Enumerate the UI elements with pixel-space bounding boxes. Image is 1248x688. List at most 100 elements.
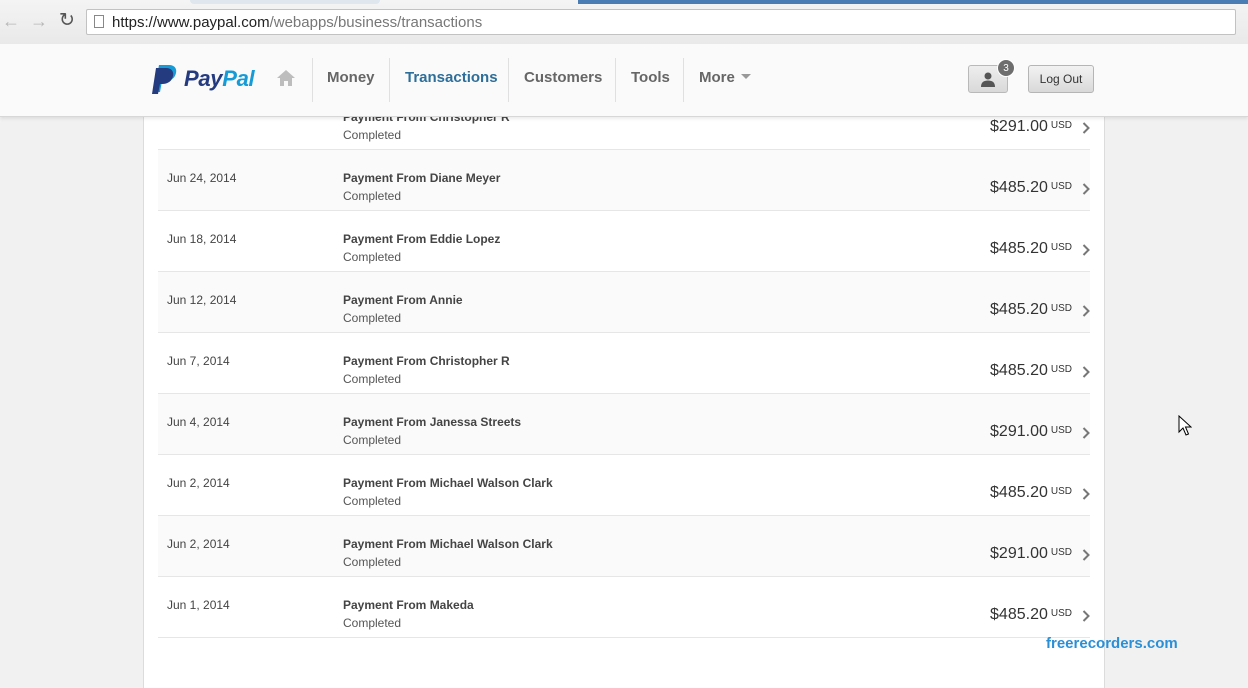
reload-icon[interactable]: ↻ bbox=[56, 10, 78, 32]
transaction-row[interactable]: Jun 2, 2014 Payment From Michael Walson … bbox=[158, 516, 1090, 577]
amount-currency: USD bbox=[1050, 486, 1072, 497]
transaction-amount: $485.20 USD bbox=[990, 301, 1072, 319]
site-header: PayPal Money Transactions Customers Tool… bbox=[0, 44, 1248, 117]
transaction-description: Payment From Christopher R bbox=[343, 354, 510, 368]
nav-divider bbox=[683, 58, 684, 102]
chevron-right-icon[interactable] bbox=[1082, 366, 1090, 378]
transaction-amount: $485.20 USD bbox=[990, 606, 1072, 624]
transaction-amount: $485.20 USD bbox=[990, 362, 1072, 380]
amount-currency: USD bbox=[1050, 547, 1072, 558]
transaction-description: Payment From Eddie Lopez bbox=[343, 232, 501, 246]
amount-value: $291.00 bbox=[990, 118, 1048, 135]
chevron-right-icon[interactable] bbox=[1082, 122, 1090, 134]
transaction-amount: $485.20 USD bbox=[990, 240, 1072, 258]
amount-currency: USD bbox=[1050, 242, 1072, 253]
transaction-amount: $291.00 USD bbox=[990, 545, 1072, 563]
transaction-description: Payment From Annie bbox=[343, 293, 463, 307]
transaction-status: Completed bbox=[343, 433, 402, 447]
nav-divider bbox=[615, 58, 616, 102]
amount-currency: USD bbox=[1050, 425, 1072, 436]
browser-toolbar: ← → ↻ https://www.paypal.com/webapps/bus… bbox=[0, 0, 1248, 45]
caret-down-icon bbox=[740, 73, 751, 79]
browser-tab[interactable] bbox=[190, 0, 380, 4]
transaction-description: Payment From Janessa Streets bbox=[343, 415, 522, 429]
transaction-amount: $485.20 USD bbox=[990, 484, 1072, 502]
nav-more-label: More bbox=[699, 69, 735, 86]
transaction-row[interactable]: Jun 2, 2014 Payment From Michael Walson … bbox=[158, 455, 1090, 516]
transaction-status: Completed bbox=[343, 372, 402, 386]
amount-value: $485.20 bbox=[990, 484, 1048, 501]
logout-button[interactable]: Log Out bbox=[1028, 65, 1094, 93]
home-icon[interactable] bbox=[276, 68, 296, 88]
back-arrow-icon[interactable]: ← bbox=[0, 10, 22, 32]
nav-divider bbox=[389, 58, 390, 102]
url-path: /webapps/business/transactions bbox=[269, 14, 483, 31]
url-host: https://www.paypal.com bbox=[112, 14, 270, 31]
transaction-status: Completed bbox=[343, 616, 402, 630]
amount-value: $485.20 bbox=[990, 240, 1048, 257]
transaction-row[interactable]: Jun 1, 2014 Payment From Makeda Complete… bbox=[158, 577, 1090, 638]
transaction-date: Jun 12, 2014 bbox=[167, 293, 237, 307]
transaction-status: Completed bbox=[343, 555, 402, 569]
nav-divider bbox=[508, 58, 509, 102]
page-icon bbox=[94, 15, 104, 28]
amount-currency: USD bbox=[1050, 120, 1072, 131]
amount-value: $485.20 bbox=[990, 362, 1048, 379]
chevron-right-icon[interactable] bbox=[1082, 183, 1090, 195]
transaction-row[interactable]: Jun 12, 2014 Payment From Annie Complete… bbox=[158, 272, 1090, 333]
amount-value: $291.00 bbox=[990, 423, 1048, 440]
transaction-date: Jun 7, 2014 bbox=[167, 354, 230, 368]
transactions-panel: Payment From Christopher R Completed $29… bbox=[143, 116, 1105, 688]
browser-tab-active[interactable] bbox=[578, 0, 1248, 4]
amount-value: $291.00 bbox=[990, 545, 1048, 562]
transaction-row[interactable]: Jun 4, 2014 Payment From Janessa Streets… bbox=[158, 394, 1090, 455]
watermark-text: freerecorders.com bbox=[1046, 635, 1178, 652]
transaction-description: Payment From Michael Walson Clark bbox=[343, 537, 553, 551]
mouse-cursor-icon bbox=[1178, 415, 1192, 436]
transaction-row[interactable]: Payment From Christopher R Completed $29… bbox=[158, 116, 1090, 150]
transaction-date: Jun 2, 2014 bbox=[167, 476, 230, 490]
transaction-description: Payment From Christopher R bbox=[343, 116, 510, 124]
transaction-amount: $291.00 USD bbox=[990, 423, 1072, 441]
amount-currency: USD bbox=[1050, 364, 1072, 375]
amount-currency: USD bbox=[1050, 608, 1072, 619]
transaction-amount: $485.20 USD bbox=[990, 179, 1072, 197]
chevron-right-icon[interactable] bbox=[1082, 427, 1090, 439]
transaction-date: Jun 24, 2014 bbox=[167, 171, 237, 185]
chevron-right-icon[interactable] bbox=[1082, 244, 1090, 256]
transaction-status: Completed bbox=[343, 311, 402, 325]
nav-transactions[interactable]: Transactions bbox=[405, 69, 498, 86]
amount-currency: USD bbox=[1050, 181, 1072, 192]
nav-more[interactable]: More bbox=[699, 69, 751, 86]
notification-badge[interactable]: 3 bbox=[997, 59, 1015, 77]
transaction-description: Payment From Makeda bbox=[343, 598, 474, 612]
transaction-row[interactable]: Jun 24, 2014 Payment From Diane Meyer Co… bbox=[158, 150, 1090, 211]
transaction-description: Payment From Michael Walson Clark bbox=[343, 476, 553, 490]
nav-divider bbox=[312, 58, 313, 102]
forward-arrow-icon[interactable]: → bbox=[28, 10, 50, 32]
transaction-list: Payment From Christopher R Completed $29… bbox=[158, 116, 1090, 638]
chevron-right-icon[interactable] bbox=[1082, 488, 1090, 500]
logo-pal: Pal bbox=[222, 66, 255, 91]
transaction-date: Jun 2, 2014 bbox=[167, 537, 230, 551]
paypal-p-icon bbox=[152, 65, 177, 94]
nav-tools[interactable]: Tools bbox=[631, 69, 670, 86]
chevron-right-icon[interactable] bbox=[1082, 610, 1090, 622]
amount-value: $485.20 bbox=[990, 301, 1048, 318]
transaction-status: Completed bbox=[343, 128, 402, 142]
amount-value: $485.20 bbox=[990, 606, 1048, 623]
logo-pay: Pay bbox=[184, 66, 223, 91]
amount-value: $485.20 bbox=[990, 179, 1048, 196]
transaction-row[interactable]: Jun 18, 2014 Payment From Eddie Lopez Co… bbox=[158, 211, 1090, 272]
url-text: https://www.paypal.com/webapps/business/… bbox=[112, 14, 482, 31]
chevron-right-icon[interactable] bbox=[1082, 549, 1090, 561]
paypal-wordmark: PayPal bbox=[184, 66, 255, 92]
transaction-date: Jun 1, 2014 bbox=[167, 598, 230, 612]
transaction-row[interactable]: Jun 7, 2014 Payment From Christopher R C… bbox=[158, 333, 1090, 394]
address-bar[interactable]: https://www.paypal.com/webapps/business/… bbox=[86, 9, 1236, 35]
transaction-status: Completed bbox=[343, 250, 402, 264]
chevron-right-icon[interactable] bbox=[1082, 305, 1090, 317]
nav-customers[interactable]: Customers bbox=[524, 69, 602, 86]
nav-money[interactable]: Money bbox=[327, 69, 375, 86]
transaction-date: Jun 4, 2014 bbox=[167, 415, 230, 429]
